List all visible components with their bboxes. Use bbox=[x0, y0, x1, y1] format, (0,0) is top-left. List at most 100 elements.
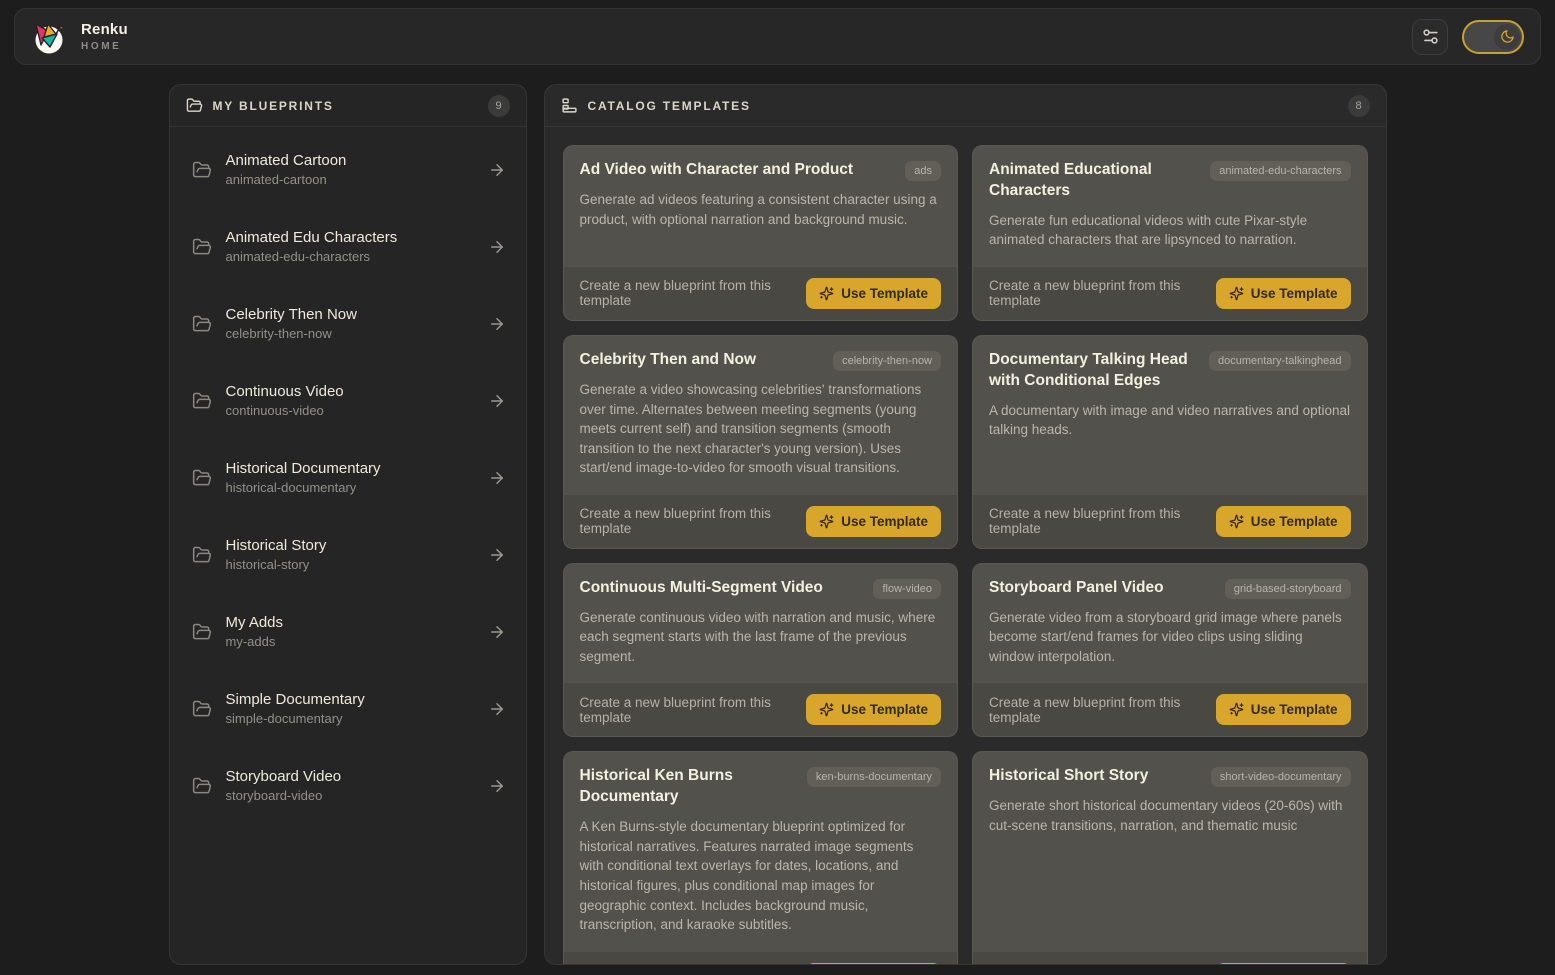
folder-open-icon bbox=[186, 97, 203, 114]
blueprint-title: Animated Cartoon bbox=[226, 152, 474, 169]
blueprint-slug: animated-cartoon bbox=[226, 172, 474, 187]
template-card-top: Celebrity Then and Now celebrity-then-no… bbox=[580, 350, 942, 371]
template-card: Storyboard Panel Video grid-based-storyb… bbox=[972, 563, 1368, 738]
folder-open-icon bbox=[192, 237, 212, 257]
use-template-button[interactable]: Use Template bbox=[806, 506, 941, 537]
content-area: MY BLUEPRINTS 9 Animated Cartoon animate… bbox=[169, 84, 1387, 965]
blueprint-slug: animated-edu-characters bbox=[226, 249, 474, 264]
template-card-top: Animated Educational Characters animated… bbox=[989, 160, 1351, 202]
template-card-top: Historical Short Story short-video-docum… bbox=[989, 766, 1351, 787]
template-footer-text: Create a new blueprint from this templat… bbox=[580, 278, 795, 308]
template-card-footer: Create a new blueprint from this templat… bbox=[973, 951, 1367, 965]
template-card: Historical Ken Burns Documentary ken-bur… bbox=[563, 751, 959, 965]
folder-open-icon bbox=[192, 468, 212, 488]
use-template-button[interactable]: Use Template bbox=[1216, 278, 1351, 309]
sparkles-icon bbox=[1229, 514, 1244, 529]
blueprint-text: My Adds my-adds bbox=[226, 614, 474, 649]
blueprint-item[interactable]: Continuous Video continuous-video bbox=[170, 372, 526, 429]
arrow-right-icon bbox=[488, 161, 506, 179]
use-template-label: Use Template bbox=[841, 702, 928, 717]
brand-text: Renku HOME bbox=[81, 21, 128, 52]
template-card: Animated Educational Characters animated… bbox=[972, 145, 1368, 321]
blueprint-item[interactable]: Simple Documentary simple-documentary bbox=[170, 680, 526, 737]
template-description: Generate ad videos featuring a consisten… bbox=[580, 190, 942, 229]
blueprint-text: Storyboard Video storyboard-video bbox=[226, 768, 474, 803]
template-footer-text: Create a new blueprint from this templat… bbox=[580, 963, 795, 965]
arrow-right-icon bbox=[488, 238, 506, 256]
app-subtitle: HOME bbox=[81, 41, 128, 52]
template-card-footer: Create a new blueprint from this templat… bbox=[973, 266, 1367, 320]
template-tag-badge: flow-video bbox=[873, 579, 941, 599]
layout-grid-icon bbox=[561, 97, 578, 114]
template-title: Historical Short Story bbox=[989, 766, 1148, 787]
blueprint-text: Animated Cartoon animated-cartoon bbox=[226, 152, 474, 187]
template-card-top: Historical Ken Burns Documentary ken-bur… bbox=[580, 766, 942, 808]
blueprint-text: Continuous Video continuous-video bbox=[226, 383, 474, 418]
template-footer-text: Create a new blueprint from this templat… bbox=[989, 963, 1204, 965]
blueprint-item[interactable]: Animated Cartoon animated-cartoon bbox=[170, 141, 526, 198]
blueprint-title: Simple Documentary bbox=[226, 691, 474, 708]
blueprint-text: Celebrity Then Now celebrity-then-now bbox=[226, 306, 474, 341]
use-template-button[interactable]: Use Template bbox=[1216, 694, 1351, 725]
template-card-body: Celebrity Then and Now celebrity-then-no… bbox=[564, 336, 958, 494]
template-title: Ad Video with Character and Product bbox=[580, 160, 854, 181]
use-template-button[interactable]: Use Template bbox=[1216, 506, 1351, 537]
template-description: Generate continuous video with narration… bbox=[580, 608, 942, 667]
blueprint-title: Historical Documentary bbox=[226, 460, 474, 477]
blueprint-text: Historical Documentary historical-docume… bbox=[226, 460, 474, 495]
blueprint-item[interactable]: Storyboard Video storyboard-video bbox=[170, 757, 526, 814]
blueprint-slug: continuous-video bbox=[226, 403, 474, 418]
template-card-body: Storyboard Panel Video grid-based-storyb… bbox=[973, 564, 1367, 683]
template-card-top: Ad Video with Character and Product ads bbox=[580, 160, 942, 181]
use-template-button[interactable]: Use Template bbox=[1216, 963, 1351, 965]
template-footer-text: Create a new blueprint from this templat… bbox=[580, 695, 795, 725]
blueprint-text: Animated Edu Characters animated-edu-cha… bbox=[226, 229, 474, 264]
my-blueprints-header: MY BLUEPRINTS 9 bbox=[170, 85, 526, 127]
catalog-templates-panel: CATALOG TEMPLATES 8 Ad Video with Charac… bbox=[544, 84, 1387, 965]
template-footer-text: Create a new blueprint from this templat… bbox=[989, 695, 1204, 725]
arrow-right-icon bbox=[488, 546, 506, 564]
blueprint-item[interactable]: Historical Documentary historical-docume… bbox=[170, 449, 526, 506]
template-card: Continuous Multi-Segment Video flow-vide… bbox=[563, 563, 959, 738]
template-tag-badge: ken-burns-documentary bbox=[807, 767, 941, 787]
use-template-button[interactable]: Use Template bbox=[806, 278, 941, 309]
folder-open-icon bbox=[192, 699, 212, 719]
blueprint-item[interactable]: Celebrity Then Now celebrity-then-now bbox=[170, 295, 526, 352]
blueprint-slug: historical-story bbox=[226, 557, 474, 572]
catalog-count-badge: 8 bbox=[1348, 95, 1370, 117]
settings-button[interactable] bbox=[1412, 19, 1448, 55]
template-card-body: Ad Video with Character and Product ads … bbox=[564, 146, 958, 266]
use-template-button[interactable]: Use Template bbox=[806, 694, 941, 725]
use-template-label: Use Template bbox=[841, 286, 928, 301]
blueprint-item[interactable]: Historical Story historical-story bbox=[170, 526, 526, 583]
sparkles-icon bbox=[1229, 702, 1244, 717]
use-template-button[interactable]: Use Template bbox=[806, 963, 941, 965]
folder-open-icon bbox=[192, 160, 212, 180]
renku-logo-icon bbox=[29, 17, 69, 57]
theme-toggle[interactable] bbox=[1462, 20, 1524, 54]
template-card-footer: Create a new blueprint from this templat… bbox=[973, 682, 1367, 736]
arrow-right-icon bbox=[488, 700, 506, 718]
blueprints-count-badge: 9 bbox=[488, 95, 510, 117]
template-description: Generate video from a storyboard grid im… bbox=[989, 608, 1351, 667]
template-card-body: Historical Ken Burns Documentary ken-bur… bbox=[564, 752, 958, 950]
arrow-right-icon bbox=[488, 777, 506, 795]
template-tag-badge: animated-edu-characters bbox=[1210, 161, 1350, 181]
template-card: Ad Video with Character and Product ads … bbox=[563, 145, 959, 321]
blueprint-item[interactable]: Animated Edu Characters animated-edu-cha… bbox=[170, 218, 526, 275]
moon-icon bbox=[1500, 29, 1515, 44]
template-tag-badge: ads bbox=[905, 161, 941, 181]
blueprint-slug: storyboard-video bbox=[226, 788, 474, 803]
template-card-body: Historical Short Story short-video-docum… bbox=[973, 752, 1367, 950]
template-footer-text: Create a new blueprint from this templat… bbox=[989, 506, 1204, 536]
template-description: Generate fun educational videos with cut… bbox=[989, 211, 1351, 250]
blueprint-title: Celebrity Then Now bbox=[226, 306, 474, 323]
arrow-right-icon bbox=[488, 469, 506, 487]
catalog-header: CATALOG TEMPLATES 8 bbox=[545, 85, 1386, 127]
blueprint-item[interactable]: My Adds my-adds bbox=[170, 603, 526, 660]
sliders-icon bbox=[1421, 27, 1440, 46]
blueprint-slug: historical-documentary bbox=[226, 480, 474, 495]
template-title: Historical Ken Burns Documentary bbox=[580, 766, 795, 808]
template-card: Celebrity Then and Now celebrity-then-no… bbox=[563, 335, 959, 549]
blueprint-slug: my-adds bbox=[226, 634, 474, 649]
